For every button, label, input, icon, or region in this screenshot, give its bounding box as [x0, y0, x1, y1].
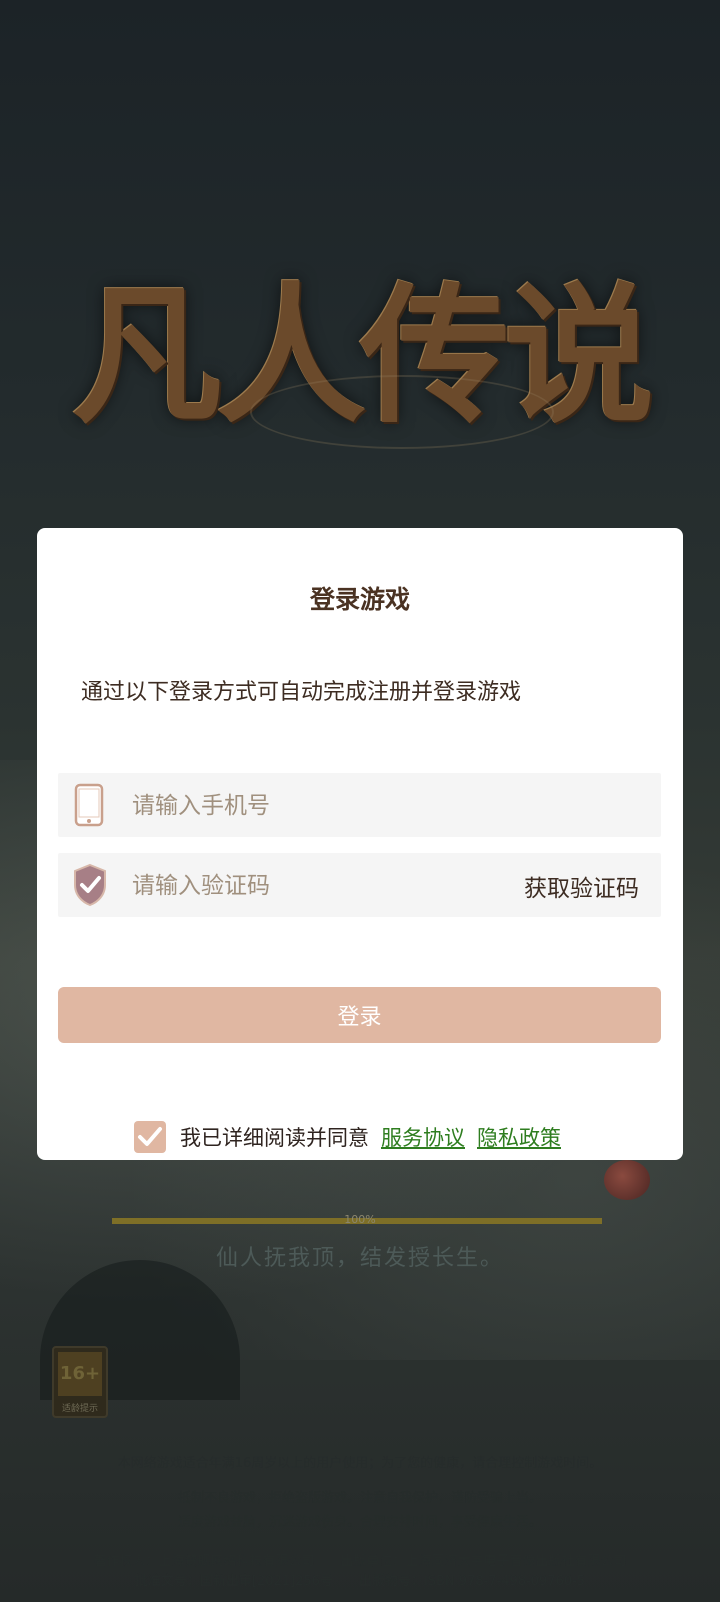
phone-icon — [74, 783, 104, 827]
footer-line-3: 适度游戏益脑，沉迷游戏伤身。合理安排时间，享受健康生活。 — [177, 1515, 542, 1530]
dialog-title: 登录游戏 — [309, 585, 410, 614]
footer-line-1: 本网络游戏适合年满16周岁以上的用户使用；为了您的健康，请合理控制游戏时间。 — [117, 1456, 603, 1471]
gourd-decoration — [604, 1160, 650, 1200]
service-agreement-link[interactable]: 服务协议 — [381, 1122, 465, 1152]
login-button[interactable]: 登录 — [58, 987, 661, 1043]
footer-line-5: 批准文号：国新出审[2021]256号 出版物号：ISBN 978-7-498-… — [134, 1574, 586, 1589]
login-dialog: 登录游戏 通过以下登录方式可自动完成注册并登录游戏 获取验证码 登录 我已详细阅… — [37, 528, 683, 1160]
loading-percent: 100% — [344, 1213, 376, 1226]
agreement-row: 我已详细阅读并同意 服务协议 隐私政策 — [134, 1120, 561, 1154]
phone-field — [58, 773, 661, 839]
code-input[interactable] — [130, 853, 504, 919]
footer-line-4: 著作权人：上海赞舰网络科技有限公司 出版单位：上海同济大学电子音像出版社有限公司 — [93, 1554, 627, 1569]
agreement-text: 我已详细阅读并同意 — [180, 1126, 369, 1150]
code-field: 获取验证码 — [58, 853, 661, 919]
checkmark-icon — [138, 1127, 162, 1146]
game-logo: 凡人传说 — [70, 215, 654, 455]
shield-check-icon — [74, 863, 106, 907]
phone-input[interactable] — [130, 773, 504, 839]
age-rating-badge[interactable]: 16+ 适龄提示 — [52, 1346, 108, 1418]
privacy-policy-link[interactable]: 隐私政策 — [477, 1122, 561, 1152]
age-rating-caption: 适龄提示 — [61, 1404, 98, 1414]
age-rating-label: 16+ — [58, 1352, 102, 1396]
agreement-checkbox[interactable] — [134, 1121, 166, 1153]
get-code-button[interactable]: 获取验证码 — [524, 869, 639, 903]
footer-line-2: 抵制不良游戏，拒绝盗版游戏。注意自我保护，谨防受骗上当。 — [177, 1491, 542, 1506]
dialog-description: 通过以下登录方式可自动完成注册并登录游戏 — [81, 680, 522, 705]
loading-tagline: 仙人抚我顶，结发授长生。 — [215, 1246, 504, 1271]
logo-cloud-swirl — [250, 375, 554, 449]
